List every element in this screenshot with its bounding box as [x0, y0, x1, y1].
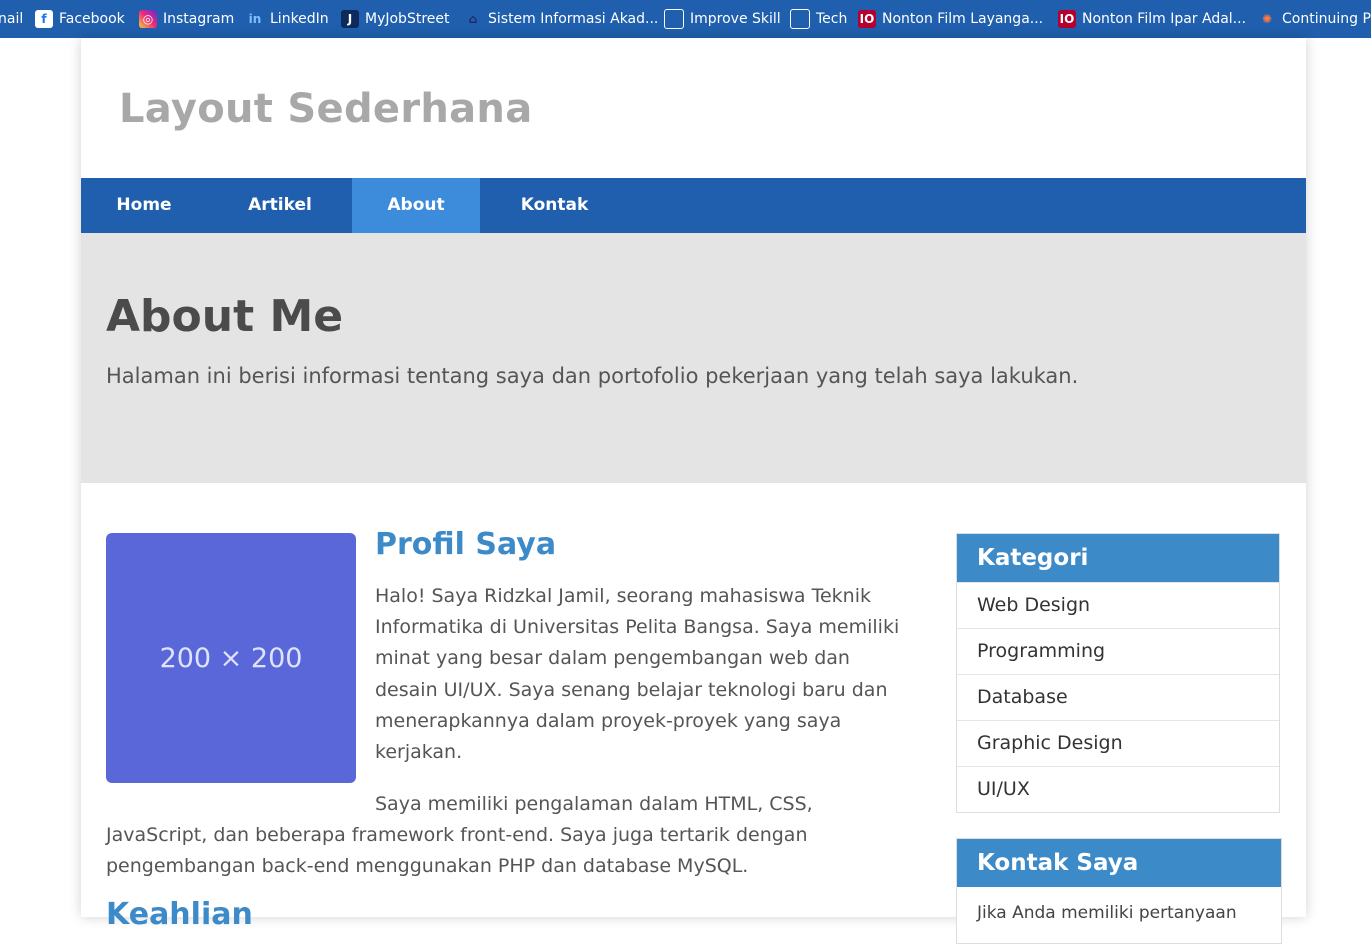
bookmark-instagram[interactable]: ◎ Instagram — [139, 0, 234, 38]
bookmark-label: nail — [0, 11, 24, 27]
bookmark-label: Improve Skill — [690, 11, 781, 27]
hero-section: About Me Halaman ini berisi informasi te… — [81, 233, 1306, 483]
film-icon: IO — [858, 10, 876, 28]
profile-paragraph-1: Halo! Saya Ridzkal Jamil, seorang mahasi… — [375, 585, 900, 764]
bookmark-improve-skill[interactable]: Improve Skill — [664, 0, 781, 38]
contact-widget: Kontak Saya Jika Anda memiliki pertanyaa… — [956, 838, 1282, 944]
category-programming[interactable]: Programming — [957, 628, 1279, 674]
bookmark-label: Nonton Film Ipar Adal... — [1082, 11, 1247, 27]
jobstreet-icon: J — [341, 10, 359, 28]
bookmark-label: Instagram — [163, 11, 235, 27]
bookmark-label: Continuing Pr — [1282, 11, 1371, 27]
page-subtitle: Halaman ini berisi informasi tentang say… — [106, 364, 1079, 388]
sidebar: Kategori Web Design Programming Database… — [956, 533, 1282, 944]
bookmark-nonton-film-1[interactable]: IO Nonton Film Layanga... — [858, 0, 1043, 38]
bookmark-label: Nonton Film Layanga... — [882, 11, 1044, 27]
bookmarks-bar: nail f Facebook ◎ Instagram in LinkedIn … — [0, 0, 1371, 39]
nav-about[interactable]: About — [352, 178, 480, 233]
category-widget-title: Kategori — [957, 534, 1279, 582]
folder-icon — [664, 9, 684, 29]
bookmark-mail[interactable]: nail — [0, 0, 23, 38]
category-graphic-design[interactable]: Graphic Design — [957, 720, 1279, 766]
bookmark-tech[interactable]: Tech — [790, 0, 847, 38]
placeholder-label: 200 × 200 — [159, 642, 303, 674]
site-container: Layout Sederhana Home Artikel About Kont… — [81, 38, 1306, 944]
instagram-icon: ◎ — [139, 10, 157, 28]
film-icon: IO — [1058, 10, 1076, 28]
contact-widget-text: Jika Anda memiliki pertanyaan — [977, 903, 1237, 923]
bookmark-continuing[interactable]: ✺ Continuing Pr — [1258, 0, 1371, 38]
profile-image-placeholder: 200 × 200 — [106, 533, 356, 783]
nav-kontak[interactable]: Kontak — [501, 178, 608, 233]
contact-widget-title: Kontak Saya — [957, 839, 1281, 887]
bookmark-linkedin[interactable]: in LinkedIn — [246, 0, 329, 38]
category-database[interactable]: Database — [957, 674, 1279, 720]
bookmark-myjobstreet[interactable]: J MyJobStreet — [341, 0, 450, 38]
sparkle-icon: ✺ — [1261, 12, 1273, 26]
bookmark-label: LinkedIn — [270, 11, 329, 27]
bookmark-label: Sistem Informasi Akad... — [488, 11, 659, 27]
site-title: Layout Sederhana — [119, 86, 533, 132]
category-widget: Kategori Web Design Programming Database… — [956, 533, 1280, 813]
bookmark-label: Facebook — [59, 11, 125, 27]
university-icon: ⌂ — [468, 12, 478, 26]
bookmark-label: Tech — [816, 11, 848, 27]
category-web-design[interactable]: Web Design — [957, 582, 1279, 628]
bookmark-facebook[interactable]: f Facebook — [35, 0, 125, 38]
category-ui-ux[interactable]: UI/UX — [957, 766, 1279, 812]
bookmark-nonton-film-2[interactable]: IO Nonton Film Ipar Adal... — [1058, 0, 1246, 38]
profile-paragraph-2: Saya memiliki pengalaman dalam HTML, CSS… — [106, 793, 813, 878]
bookmark-label: MyJobStreet — [365, 11, 450, 27]
page-title: About Me — [106, 291, 344, 342]
nav-artikel[interactable]: Artikel — [225, 178, 335, 233]
skills-heading: Keahlian — [106, 897, 253, 932]
bookmark-sistem-informasi[interactable]: ⌂ Sistem Informasi Akad... — [464, 0, 659, 38]
facebook-icon: f — [35, 10, 53, 28]
linkedin-icon: in — [248, 12, 262, 26]
main-nav: Home Artikel About Kontak — [81, 178, 1306, 233]
profile-heading: Profil Saya — [375, 527, 557, 562]
folder-icon — [790, 9, 810, 29]
nav-home[interactable]: Home — [81, 178, 207, 233]
